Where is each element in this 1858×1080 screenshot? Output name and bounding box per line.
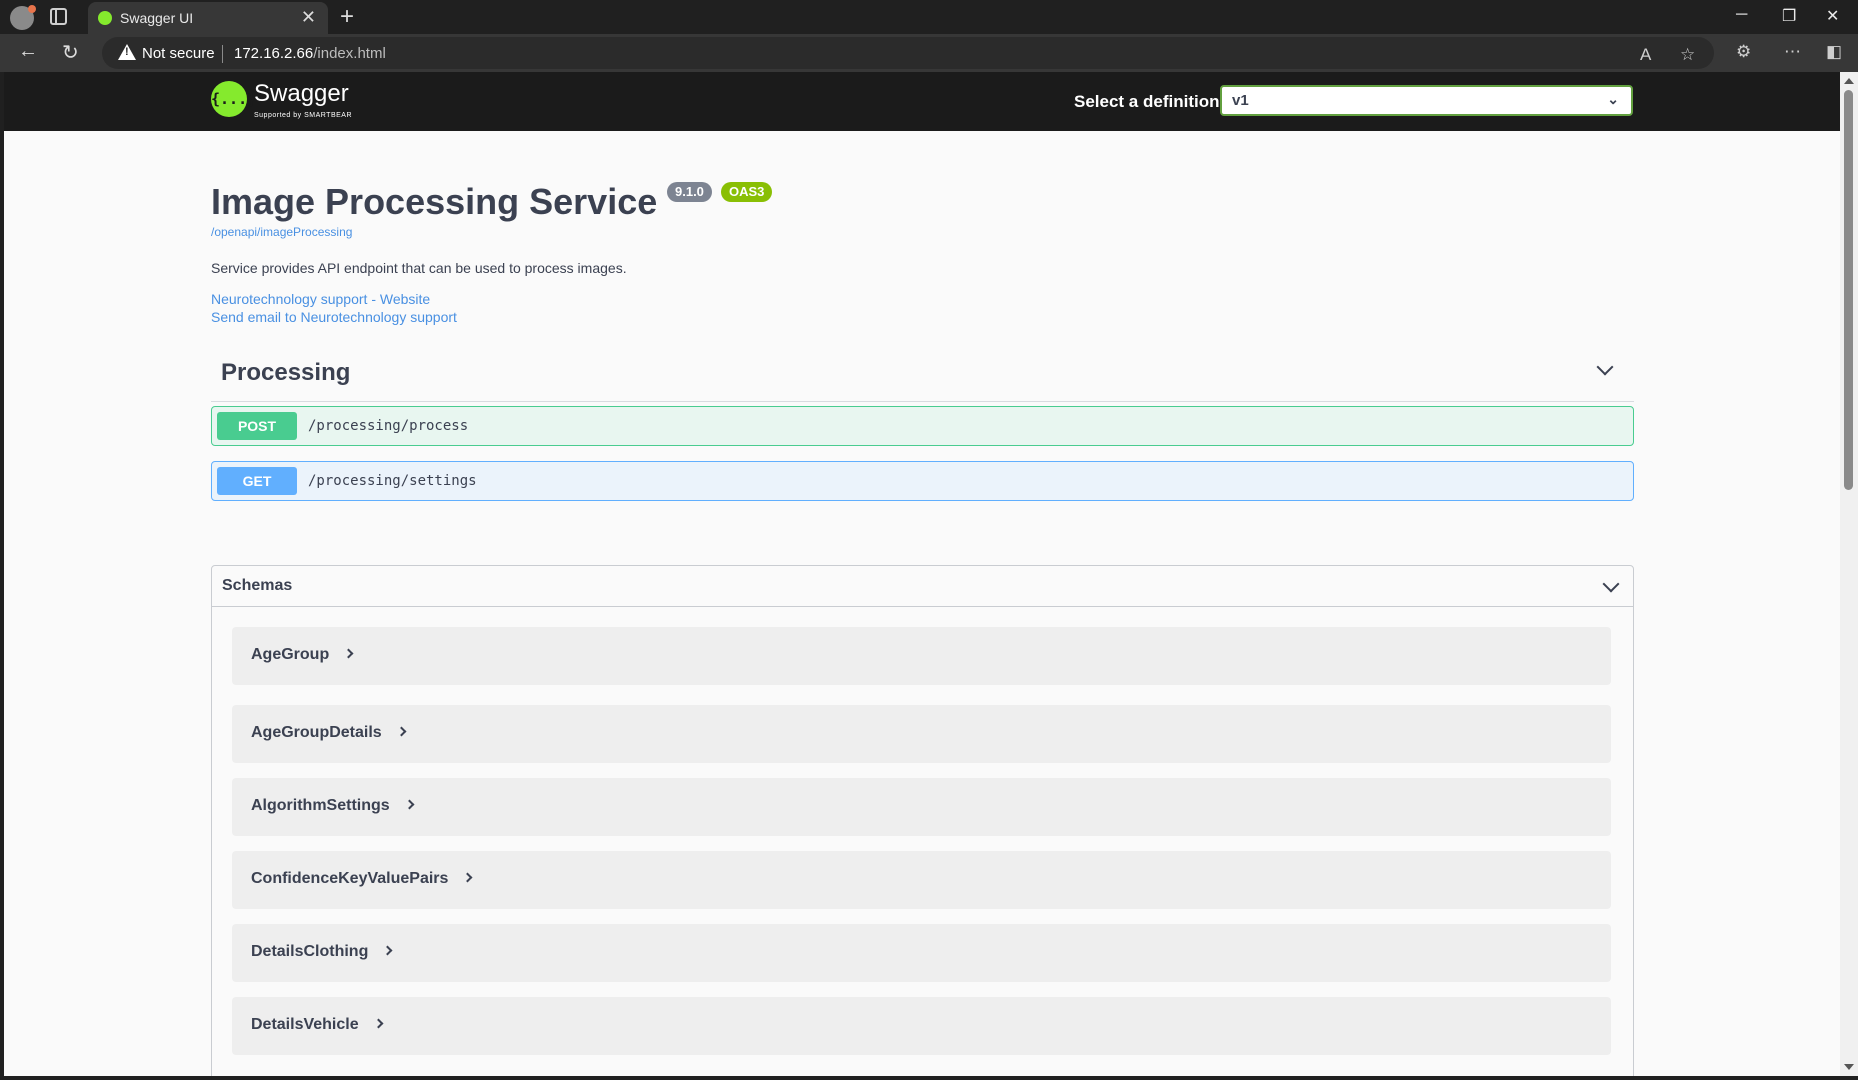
reload-icon[interactable]: ↻ (62, 40, 79, 65)
schema-model-name: DetailsVehicle (251, 1016, 384, 1034)
model-label: AlgorithmSettings (251, 797, 390, 814)
address-bar[interactable]: Not secure 172.16.2.66/index.html A ☆ (102, 37, 1714, 69)
model-label: AgeGroupDetails (251, 724, 382, 741)
page-scrollbar[interactable] (1840, 72, 1858, 1076)
schema-model-name: ConfidenceKeyValuePairs (251, 870, 473, 888)
browser-toolbar: ← ↻ Not secure 172.16.2.66/index.html A … (0, 34, 1858, 72)
url-path: /index.html (313, 45, 386, 62)
more-menu-icon[interactable]: ⋯ (1784, 42, 1801, 62)
browser-tab-bar: Swagger UI ✕ + ─ ❐ ✕ (0, 0, 1858, 34)
model-label: ConfidenceKeyValuePairs (251, 870, 449, 887)
schema-model-name: AgeGroup (251, 646, 354, 664)
security-label[interactable]: Not secure (142, 45, 215, 62)
swagger-logo-subtext: Supported by SMARTBEAR (254, 112, 353, 119)
schema-model-name: AlgorithmSettings (251, 797, 415, 815)
schema-model[interactable]: DetailsVehicle (232, 997, 1611, 1055)
definition-label: Select a definition (1074, 92, 1220, 111)
schema-model[interactable]: DetailsClothing (232, 924, 1611, 982)
tag-section-processing[interactable]: Processing (211, 341, 1634, 402)
schemas-header[interactable]: Schemas (212, 566, 1633, 607)
scroll-thumb[interactable] (1844, 90, 1853, 490)
website-link[interactable]: Neurotechnology support - Website (211, 291, 430, 307)
schema-model[interactable]: AlgorithmSettings (232, 778, 1611, 836)
api-description: Service provides API endpoint that can b… (211, 260, 627, 276)
chevron-down-icon[interactable] (1602, 575, 1620, 593)
warning-icon (118, 44, 136, 60)
chevron-down-icon: ⌄ (1607, 91, 1619, 107)
tab-actions-icon[interactable] (50, 8, 67, 25)
page-viewport: {...} Swagger Supported by SMARTBEAR Sel… (4, 72, 1840, 1076)
swagger-logo-text[interactable]: Swagger (254, 80, 349, 108)
method-badge: POST (217, 412, 297, 440)
window-close-icon[interactable]: ✕ (1826, 6, 1839, 26)
profile-avatar-icon[interactable] (10, 5, 36, 30)
schemas-section: Schemas AgeGroup AgeGroupDetails Algorit… (211, 565, 1634, 1076)
schema-model[interactable]: ConfidenceKeyValuePairs (232, 851, 1611, 909)
method-badge: GET (217, 467, 297, 495)
schema-model-name: AgeGroupDetails (251, 724, 407, 742)
tag-title: Processing (221, 359, 351, 386)
sidebar-icon[interactable]: ◧ (1826, 42, 1842, 62)
tab-title: Swagger UI (120, 10, 194, 26)
email-link[interactable]: Send email to Neurotechnology support (211, 309, 457, 325)
operation-post-process[interactable]: POST /processing/process (211, 406, 1634, 446)
extensions-icon[interactable]: ⚙ (1736, 42, 1751, 62)
model-label: AgeGroup (251, 646, 330, 663)
chevron-right-icon (404, 799, 415, 810)
spec-url-link[interactable]: /openapi/imageProcessing (211, 225, 352, 239)
address-separator (222, 45, 223, 63)
schema-model[interactable]: AgeGroupDetails (232, 705, 1611, 763)
model-label: DetailsVehicle (251, 1016, 359, 1033)
swagger-topbar: {...} Swagger Supported by SMARTBEAR Sel… (4, 72, 1840, 131)
definition-value: v1 (1232, 92, 1249, 109)
chevron-right-icon (373, 1018, 384, 1029)
tab-close-icon[interactable]: ✕ (301, 7, 316, 28)
chevron-right-icon (396, 726, 407, 737)
swagger-logo-icon[interactable]: {...} (211, 81, 256, 117)
definition-select[interactable]: v1 ⌄ (1220, 85, 1633, 116)
scroll-up-icon[interactable] (1844, 78, 1854, 84)
url-host: 172.16.2.66 (234, 45, 314, 62)
url-text[interactable]: 172.16.2.66/index.html (234, 45, 386, 62)
favorite-star-icon[interactable]: ☆ (1680, 45, 1695, 65)
schema-model[interactable]: AgeGroup (232, 627, 1611, 685)
operation-get-settings[interactable]: GET /processing/settings (211, 461, 1634, 501)
new-tab-icon[interactable]: + (340, 3, 354, 31)
operation-path: /processing/process (308, 418, 469, 434)
scroll-down-icon[interactable] (1844, 1064, 1854, 1070)
model-label: DetailsClothing (251, 943, 369, 960)
swagger-favicon-icon (98, 11, 112, 25)
operation-path: /processing/settings (308, 473, 477, 489)
back-icon[interactable]: ← (18, 40, 38, 63)
version-badge: 9.1.0 (667, 182, 712, 202)
schemas-title: Schemas (222, 577, 293, 594)
chevron-right-icon (343, 648, 354, 659)
chevron-down-icon[interactable] (1596, 358, 1614, 376)
page-title: Image Processing Service (211, 181, 658, 222)
minimize-icon[interactable]: ─ (1736, 6, 1747, 24)
browser-tab[interactable]: Swagger UI ✕ (88, 2, 328, 34)
oas-badge: OAS3 (721, 182, 773, 202)
schema-model-name: DetailsClothing (251, 943, 393, 961)
chevron-right-icon (462, 872, 473, 883)
read-aloud-icon[interactable]: A (1640, 45, 1651, 65)
restore-icon[interactable]: ❐ (1782, 6, 1796, 26)
chevron-right-icon (382, 945, 393, 956)
